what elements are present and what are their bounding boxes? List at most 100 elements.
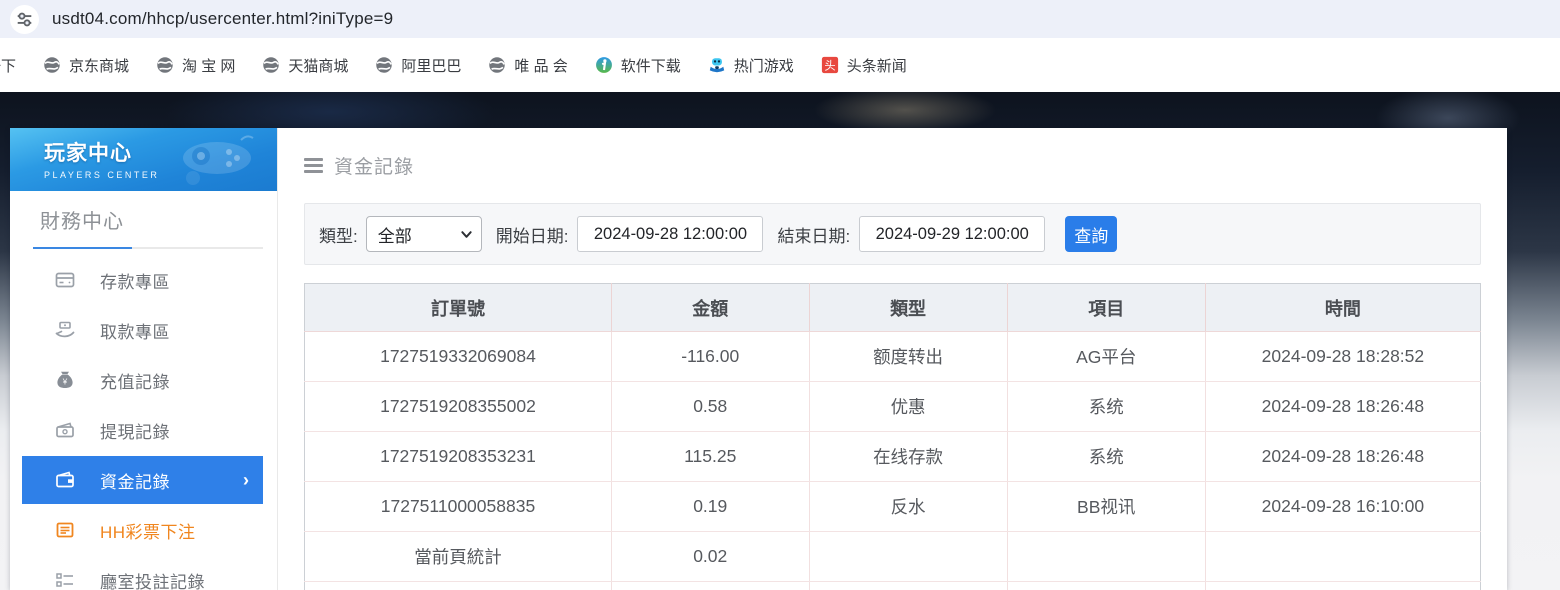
money-bag-icon: ¥ [54,369,76,391]
table-row: 1727519208353231115.25在线存款系统2024-09-28 1… [305,432,1481,482]
chevron-down-icon [460,228,473,241]
chevron-right-icon: › [243,471,249,489]
table-cell: 當前頁統計 [305,532,612,582]
bookmark-item[interactable]: 阿里巴巴 [375,55,461,76]
svg-text:¥: ¥ [62,378,68,387]
sidebar-item-label: HH彩票下注 [100,518,196,543]
sidebar-menu: 存款專區取款專區 ¥ 充值記錄提現記錄資金記錄 › HH彩票下注廳室投註記錄 [10,255,277,590]
url-text[interactable]: usdt04.com/hhcp/usercenter.html?iniType=… [52,9,393,29]
bookmark-item[interactable]: 软件下载 [595,55,681,76]
column-header: 金額 [611,284,809,332]
bookmark-label: 软件下载 [621,55,681,76]
room-list-icon [54,569,76,590]
table-cell: 1727519208353231 [305,432,612,482]
site-settings-tune-icon[interactable] [10,5,39,34]
sidebar-item-label: 存款專區 [100,268,170,293]
column-header: 時間 [1205,284,1480,332]
table-cell: 2024-09-28 18:28:52 [1205,332,1480,382]
type-select[interactable]: 全部 [366,216,482,252]
sidebar-section: 財務中心 [10,191,277,249]
funds-record-table: 訂單號金額類型項目時間 1727519332069084-116.00额度转出A… [304,283,1481,590]
bookmark-item[interactable]: 天猫商城 [262,55,348,76]
bookmark-label: 唯 品 会 [514,55,567,76]
sidebar-item-withdraw-hand[interactable]: 取款專區 [22,305,263,355]
sidebar-item-money-bag[interactable]: ¥ 充值記錄 [22,355,263,405]
hot-games-icon [708,56,726,74]
table-cell: 0.02 [611,532,809,582]
table-row: 17275192083550020.58优惠系统2024-09-28 18:26… [305,382,1481,432]
table-header-row: 訂單號金額類型項目時間 [305,284,1481,332]
bookmark-item[interactable]: 头头条新闻 [821,55,907,76]
table-cell: 2024-09-28 18:26:48 [1205,432,1480,482]
bookmark-item[interactable]: 热门游戏 [708,55,794,76]
bookmark-label: 京东商城 [69,55,129,76]
table-cell: -116.00 [611,332,809,382]
column-header: 類型 [809,284,1007,332]
sidebar-item-label: 提現記錄 [100,418,170,443]
type-label: 類型: [319,222,358,247]
globe-icon [156,56,174,74]
sidebar-item-room-list[interactable]: 廳室投註記錄 [22,555,263,590]
table-cell: 系统 [1007,432,1205,482]
table-cell: 在线存款 [809,432,1007,482]
svg-text:头: 头 [824,59,835,72]
main-content: 資金記錄 類型: 全部 開始日期: 結束日期: 查詢 訂單號金額類型項目時間 1… [277,128,1507,590]
bookmark-item[interactable]: 淘 宝 网 [156,55,235,76]
table-cell: 反水 [809,482,1007,532]
globe-icon [43,56,61,74]
bookmark-item[interactable]: 一下 [0,55,16,76]
sidebar-item-label: 充值記錄 [100,368,170,393]
table-body: 1727519332069084-116.00额度转出AG平台2024-09-2… [305,332,1481,590]
table-row: 17275110000588350.19反水BB视讯2024-09-28 16:… [305,482,1481,532]
table-cell: 1727519332069084 [305,332,612,382]
cash-envelope-icon [54,419,76,441]
table-cell [1205,532,1480,582]
players-center-banner: 玩家中心 PLAYERS CENTER [10,128,277,191]
table-cell [611,582,809,590]
sidebar-item-cash-envelope[interactable]: 提現記錄 [22,405,263,455]
table-cell: 2024-09-28 18:26:48 [1205,382,1480,432]
deposit-card-icon [54,269,76,291]
table-cell: BB视讯 [1007,482,1205,532]
globe-icon [375,56,393,74]
wallet-icon [54,469,76,491]
type-select-value: 全部 [378,222,460,247]
start-date-input[interactable] [577,216,763,252]
table-cell: 2024-09-28 16:10:00 [1205,482,1480,532]
toutiao-news-icon: 头 [821,56,839,74]
bookmark-label: 头条新闻 [847,55,907,76]
table-cell: 系统 [1007,382,1205,432]
user-center-panel: 玩家中心 PLAYERS CENTER 財務中心 存款專區取款專區 ¥ 充值記錄提現… [10,128,1507,590]
table-row [305,582,1481,590]
sidebar-item-label: 資金記錄 [100,468,170,493]
sidebar-item-wallet[interactable]: 資金記錄 › [22,456,263,504]
end-date-label: 結束日期: [777,222,850,247]
globe-icon [488,56,506,74]
globe-icon [262,56,280,74]
browser-address-bar: usdt04.com/hhcp/usercenter.html?iniType=… [0,0,1560,38]
sidebar: 玩家中心 PLAYERS CENTER 財務中心 存款專區取款專區 ¥ 充值記錄提現… [10,128,277,590]
software-download-icon [595,56,613,74]
table-cell: 1727519208355002 [305,382,612,432]
sidebar-item-label: 廳室投註記錄 [100,568,205,590]
table-row: 1727519332069084-116.00额度转出AG平台2024-09-2… [305,332,1481,382]
table-cell: 额度转出 [809,332,1007,382]
page-title: 資金記錄 [334,152,414,179]
table-cell [809,582,1007,590]
end-date-input[interactable] [859,216,1045,252]
table-cell: 优惠 [809,382,1007,432]
bookmark-item[interactable]: 京东商城 [43,55,129,76]
sidebar-item-lottery-ticket[interactable]: HH彩票下注 [22,505,263,555]
search-button[interactable]: 查詢 [1065,216,1117,252]
table-cell [1007,532,1205,582]
sidebar-item-label: 取款專區 [100,318,170,343]
table-cell [1205,582,1480,590]
bookmark-item[interactable]: 唯 品 会 [488,55,567,76]
lottery-ticket-icon [54,519,76,541]
table-cell [1007,582,1205,590]
sidebar-item-deposit-card[interactable]: 存款專區 [22,255,263,305]
bookmark-label: 淘 宝 网 [182,55,235,76]
menu-hamburger-icon[interactable] [304,158,323,173]
withdraw-hand-icon [54,319,76,341]
table-cell [305,582,612,590]
